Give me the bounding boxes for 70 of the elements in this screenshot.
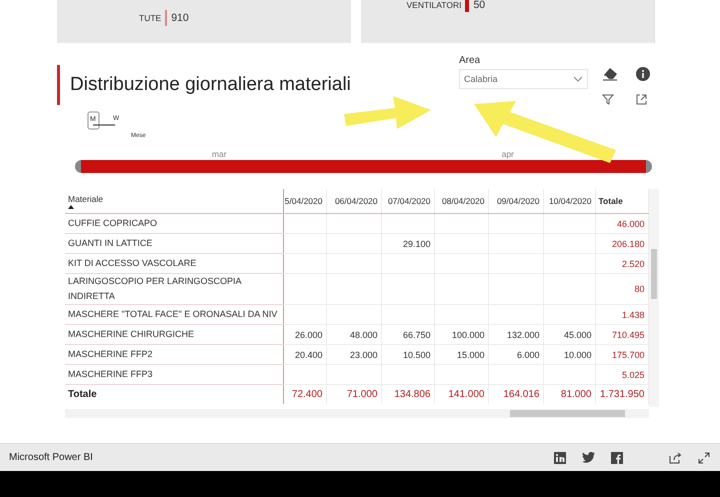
total-cell: 72.400 [283, 384, 326, 404]
table-cell: 23.000 [326, 344, 381, 364]
info-icon[interactable] [636, 67, 650, 81]
column-header[interactable]: Materiale [65, 189, 283, 214]
table-cell: 2.520 [595, 254, 648, 274]
visual-title: Distribuzione giornaliera materiali [57, 65, 351, 105]
row-header: KIT DI ACCESSO VASCOLARE [65, 254, 283, 274]
table-cell: 80 [595, 274, 648, 304]
column-header[interactable]: Totale [595, 189, 648, 214]
table-cell: 132.000 [488, 324, 543, 344]
row-header: LARINGOSCOPIO PER LARINGOSCOPIA INDIRETTA [65, 274, 283, 304]
eraser-icon[interactable] [602, 67, 618, 81]
expand-icon[interactable] [636, 94, 647, 104]
total-cell: 141.000 [434, 384, 488, 404]
chevron-down-icon [573, 76, 583, 82]
value-bar [165, 10, 168, 26]
column-header[interactable]: 06/04/2020 [326, 189, 381, 214]
table-cell: 5.025 [595, 364, 648, 384]
table-cell: 10.000 [543, 344, 595, 364]
table-cell: 66.750 [381, 324, 434, 344]
table-cell: 46.000 [595, 214, 648, 234]
table-cell: 29.100 [381, 234, 434, 254]
table-cell: 206.180 [595, 234, 648, 254]
slicer-label: Area [459, 55, 482, 66]
value-label: 50 [473, 0, 486, 11]
value-bar [465, 0, 470, 12]
total-cell: 1.731.950 [595, 384, 648, 404]
table-cell: 10.500 [381, 344, 434, 364]
month-label: mar [210, 149, 228, 159]
facebook-icon[interactable] [611, 452, 623, 464]
filter-icon[interactable] [602, 94, 614, 104]
fullscreen-icon[interactable] [698, 452, 710, 464]
column-header[interactable]: 07/04/2020 [381, 189, 434, 214]
row-header: MASCHERINE FFP2 [65, 344, 283, 364]
area-dropdown[interactable]: Calabria [459, 69, 588, 89]
table-cell: 45.000 [543, 324, 595, 344]
total-cell: 164.016 [488, 384, 543, 404]
total-cell: 134.806 [381, 384, 434, 404]
row-header: CUFFIE COPRICAPO [65, 214, 283, 234]
category-label: VENTILATORI [406, 0, 462, 10]
total-cell: 71.000 [326, 384, 381, 404]
twitter-icon[interactable] [582, 452, 595, 463]
row-header: GUANTI IN LATTICE [65, 234, 283, 254]
column-header[interactable]: 09/04/2020 [488, 189, 543, 214]
table-cell: 48.000 [326, 324, 381, 344]
column-header[interactable]: 10/04/2020 [543, 189, 595, 214]
column-header[interactable]: 5/04/2020 [283, 189, 326, 214]
table-cell: 100.000 [434, 324, 488, 344]
month-label: apr [500, 149, 515, 159]
row-header: MASCHERE "TOTAL FACE" E ORONASALI DA NIV [65, 304, 283, 324]
column-header[interactable]: 08/04/2020 [434, 189, 488, 214]
vertical-scrollbar[interactable] [649, 189, 659, 407]
linkedin-icon[interactable] [554, 452, 566, 464]
table-cell: 6.000 [488, 344, 543, 364]
sort-ascending-icon [68, 204, 74, 208]
horizontal-scrollbar[interactable] [65, 409, 649, 418]
table-cell: 1.438 [595, 304, 648, 324]
table-cell: 15.000 [434, 344, 488, 364]
category-label: TUTE [139, 13, 162, 23]
value-label: 910 [171, 12, 189, 24]
total-label: Totale [65, 384, 283, 404]
row-header: MASCHERINE FFP3 [65, 364, 283, 384]
table-cell: 20.400 [283, 344, 326, 364]
row-header: MASCHERINE CHIRURGICHE [65, 324, 283, 344]
table-cell: 175.700 [595, 344, 648, 364]
share-icon[interactable] [669, 452, 682, 464]
table-cell: 710.495 [595, 324, 648, 344]
table-cell: 26.000 [283, 324, 326, 344]
total-cell: 81.000 [543, 384, 595, 404]
brand-label: Microsoft Power BI [9, 452, 94, 463]
